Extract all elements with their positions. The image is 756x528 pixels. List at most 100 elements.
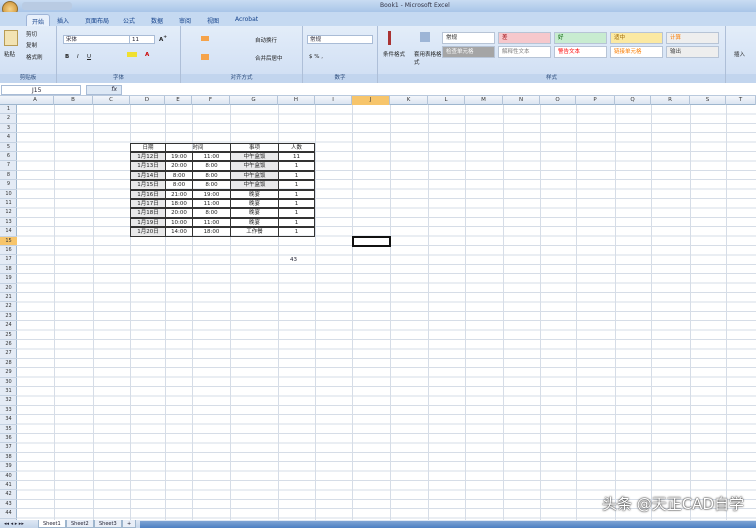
row-header-11[interactable]: 11: [0, 199, 17, 209]
number-format-select[interactable]: 常规: [307, 35, 373, 44]
sheet-tab-3[interactable]: Sheet3: [94, 520, 122, 528]
worksheet-grid[interactable]: [0, 105, 756, 520]
tab-4[interactable]: 数据: [146, 14, 168, 26]
row-header-17[interactable]: 17: [0, 255, 17, 265]
row-header-6[interactable]: 6: [0, 152, 17, 162]
tab-1[interactable]: 插入: [52, 14, 74, 26]
cell-style-7[interactable]: 警告文本: [554, 46, 607, 58]
column-header-T[interactable]: T: [726, 96, 756, 105]
row-header-5[interactable]: 5: [0, 143, 17, 152]
row-header-25[interactable]: 25: [0, 331, 17, 340]
conditional-format-icon[interactable]: [388, 31, 398, 45]
sheet-tab-1[interactable]: Sheet1: [38, 520, 66, 528]
row-header-7[interactable]: 7: [0, 161, 17, 171]
row-header-26[interactable]: 26: [0, 340, 17, 350]
row-header-23[interactable]: 23: [0, 312, 17, 322]
column-header-G[interactable]: G: [230, 96, 278, 105]
column-header-R[interactable]: R: [651, 96, 690, 105]
selected-cell[interactable]: [352, 236, 391, 247]
tab-2[interactable]: 页面布局: [80, 14, 114, 26]
column-header-A[interactable]: A: [17, 96, 54, 105]
bold-icon[interactable]: B: [65, 54, 69, 60]
wrap-text-button[interactable]: 自动换行: [255, 36, 277, 44]
tab-7[interactable]: Acrobat: [230, 14, 263, 26]
row-header-4[interactable]: 4: [0, 133, 17, 143]
column-header-Q[interactable]: Q: [615, 96, 651, 105]
row-header-34[interactable]: 34: [0, 415, 17, 425]
row-header-18[interactable]: 18: [0, 265, 17, 275]
row-header-28[interactable]: 28: [0, 359, 17, 369]
column-header-M[interactable]: M: [465, 96, 503, 105]
row-header-40[interactable]: 40: [0, 472, 17, 481]
row-header-31[interactable]: 31: [0, 387, 17, 397]
row-header-35[interactable]: 35: [0, 425, 17, 434]
row-header-10[interactable]: 10: [0, 190, 17, 199]
align-middle-icon[interactable]: [201, 36, 209, 41]
align-center-icon[interactable]: [201, 54, 209, 60]
row-header-12[interactable]: 12: [0, 208, 17, 218]
column-header-C[interactable]: C: [93, 96, 130, 105]
cell-style-1[interactable]: 差: [498, 32, 551, 44]
tab-0[interactable]: 开始: [26, 14, 51, 26]
cut-button[interactable]: 剪切: [26, 30, 37, 38]
row-header-3[interactable]: 3: [0, 124, 17, 134]
insert-function-button[interactable]: fx: [86, 85, 122, 95]
row-header-39[interactable]: 39: [0, 462, 17, 472]
row-header-42[interactable]: 42: [0, 490, 17, 500]
new-sheet-icon[interactable]: +: [122, 520, 137, 528]
grow-font-icon[interactable]: A+: [159, 35, 167, 43]
row-header-44[interactable]: 44: [0, 509, 17, 519]
row-header-27[interactable]: 27: [0, 349, 17, 359]
conditional-format-button[interactable]: 条件格式: [383, 50, 405, 58]
row-header-36[interactable]: 36: [0, 434, 17, 444]
row-header-37[interactable]: 37: [0, 443, 17, 453]
row-header-15[interactable]: 15: [0, 236, 17, 246]
row-header-43[interactable]: 43: [0, 500, 17, 510]
row-header-41[interactable]: 41: [0, 481, 17, 491]
column-header-F[interactable]: F: [192, 96, 230, 105]
row-header-22[interactable]: 22: [0, 302, 17, 312]
row-header-38[interactable]: 38: [0, 453, 17, 463]
row-header-13[interactable]: 13: [0, 218, 17, 228]
row-header-19[interactable]: 19: [0, 274, 17, 284]
cell-style-2[interactable]: 好: [554, 32, 607, 44]
cell-style-8[interactable]: 链接单元格: [610, 46, 663, 58]
column-header-K[interactable]: K: [390, 96, 428, 105]
column-header-E[interactable]: E: [165, 96, 192, 105]
sheet-tab-2[interactable]: Sheet2: [66, 520, 94, 528]
tab-5[interactable]: 审阅: [174, 14, 196, 26]
currency-icon[interactable]: $ % ,: [309, 54, 323, 60]
format-painter-button[interactable]: 格式刷: [26, 53, 43, 61]
cell-style-9[interactable]: 输出: [666, 46, 719, 58]
fill-color-icon[interactable]: [127, 52, 137, 57]
cell-style-4[interactable]: 计算: [666, 32, 719, 44]
row-header-20[interactable]: 20: [0, 284, 17, 293]
insert-button[interactable]: 插入: [734, 50, 745, 58]
cell-style-3[interactable]: 适中: [610, 32, 663, 44]
row-header-24[interactable]: 24: [0, 321, 17, 331]
cell-style-5[interactable]: 检查单元格: [442, 46, 495, 58]
row-header-8[interactable]: 8: [0, 171, 17, 181]
underline-icon[interactable]: U: [87, 54, 91, 60]
italic-icon[interactable]: I: [77, 54, 79, 60]
row-header-33[interactable]: 33: [0, 406, 17, 416]
format-as-table-icon[interactable]: [420, 32, 430, 42]
row-header-16[interactable]: 16: [0, 246, 17, 256]
font-size-select[interactable]: 11: [129, 35, 155, 44]
row-header-9[interactable]: 9: [0, 180, 17, 190]
cell-style-0[interactable]: 常规: [442, 32, 495, 44]
row-header-29[interactable]: 29: [0, 368, 17, 378]
paste-icon[interactable]: [4, 30, 18, 46]
column-header-S[interactable]: S: [690, 96, 726, 105]
merge-center-button[interactable]: 合并后居中: [255, 54, 283, 62]
column-header-J[interactable]: J: [352, 96, 390, 105]
row-header-30[interactable]: 30: [0, 378, 17, 387]
font-color-icon[interactable]: A: [145, 52, 149, 58]
name-box[interactable]: J15: [1, 85, 81, 95]
column-header-H[interactable]: H: [278, 96, 315, 105]
cell-style-6[interactable]: 解释性文本: [498, 46, 551, 58]
column-header-I[interactable]: I: [315, 96, 352, 105]
sheet-nav-icon[interactable]: ◂◂ ◂ ▸ ▸▸: [0, 520, 36, 528]
paste-button[interactable]: 粘贴: [4, 50, 15, 58]
column-header-N[interactable]: N: [503, 96, 540, 105]
